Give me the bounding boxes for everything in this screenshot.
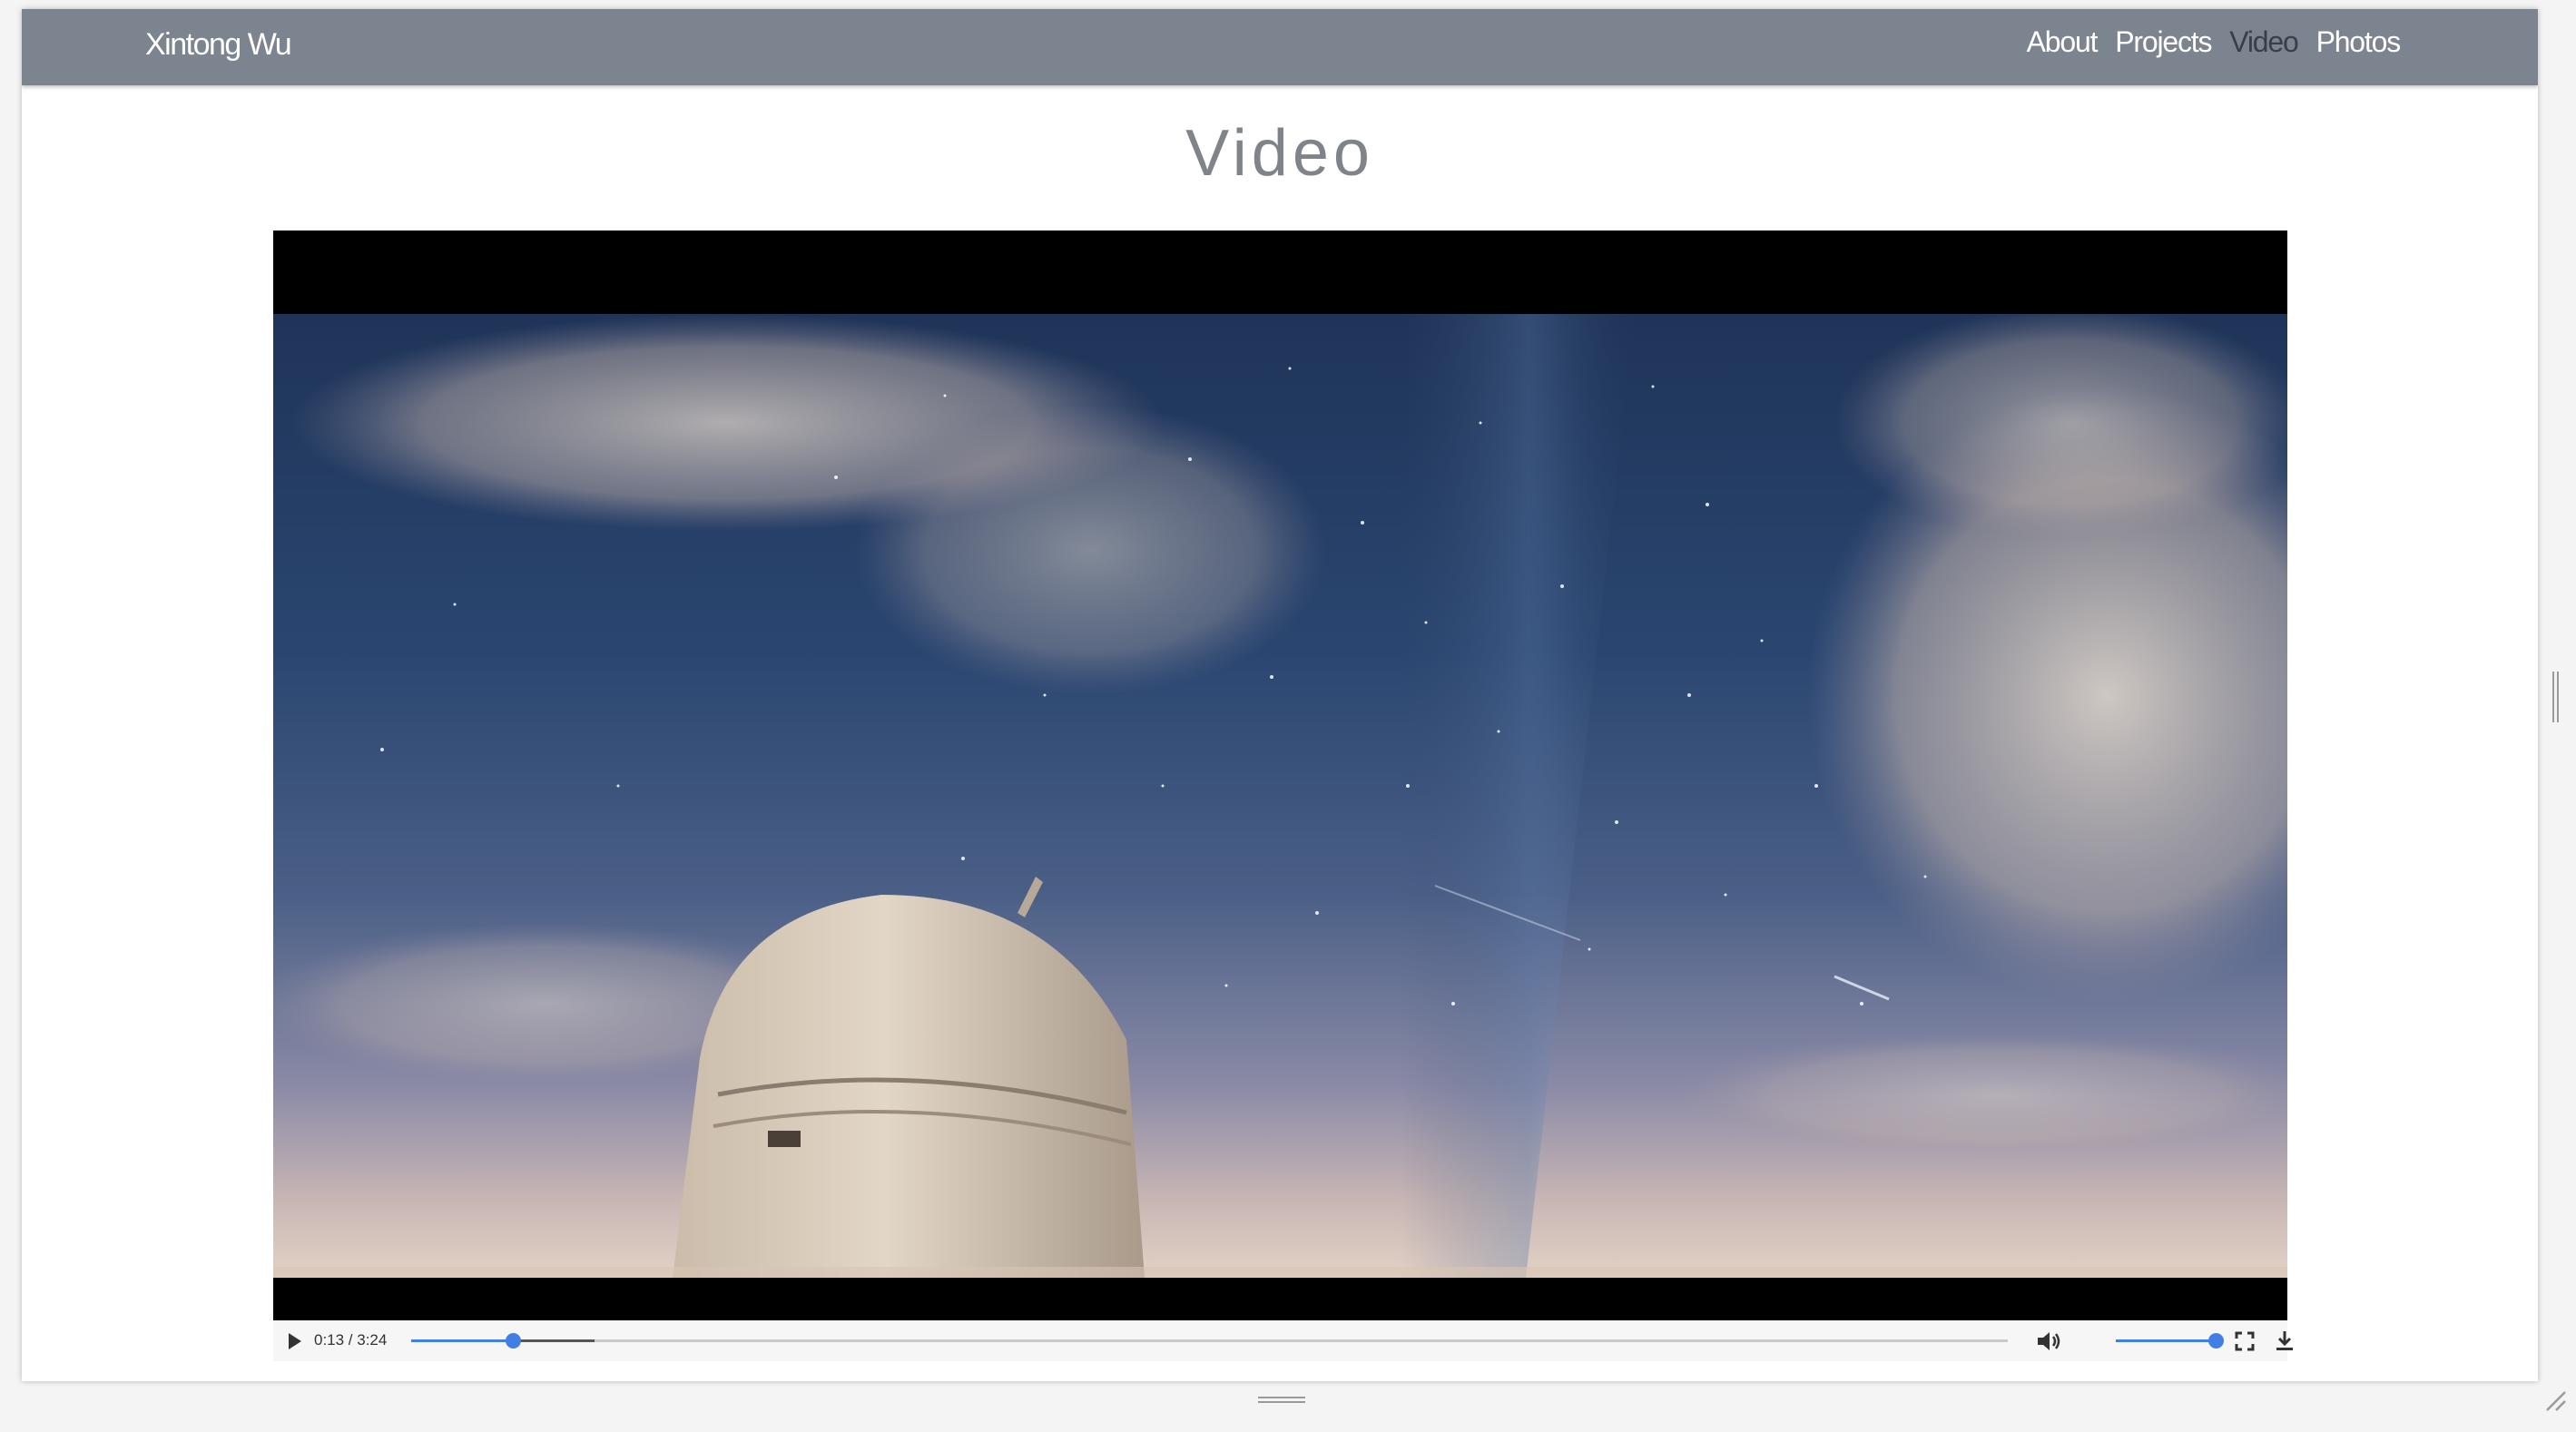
volume-fill-bar: [2116, 1339, 2216, 1342]
bottom-resize-handle[interactable]: [1258, 1396, 1305, 1405]
video-time-display: 0:13 / 3:24: [314, 1331, 388, 1349]
video-player[interactable]: 0:13 / 3:24: [273, 230, 2293, 1361]
nav-link-video[interactable]: Video: [2229, 25, 2298, 59]
corner-resize-handle[interactable]: [2542, 1387, 2569, 1414]
seek-thumb-handle[interactable]: [506, 1333, 522, 1349]
video-controls-bar: 0:13 / 3:24: [273, 1320, 2293, 1361]
nav-links: About Projects Video Photos: [2027, 25, 2402, 59]
side-resize-handle[interactable]: [2551, 672, 2561, 722]
top-navbar: Xintong Wu About Projects Video Photos: [22, 9, 2538, 85]
fullscreen-icon[interactable]: [2235, 1331, 2255, 1351]
site-brand-link[interactable]: Xintong Wu: [145, 27, 292, 63]
nav-link-photos[interactable]: Photos: [2316, 25, 2402, 59]
volume-icon[interactable]: [2036, 1329, 2063, 1353]
volume-slider[interactable]: [2116, 1333, 2224, 1349]
volume-thumb-handle[interactable]: [2208, 1333, 2224, 1349]
video-seek-slider[interactable]: [411, 1333, 2008, 1349]
page-title: Video: [1185, 117, 1374, 190]
download-icon[interactable]: [2275, 1329, 2295, 1353]
browser-viewport: Xintong Wu About Projects Video Photos V…: [22, 9, 2538, 1381]
seek-played-bar: [411, 1339, 514, 1342]
nav-link-about[interactable]: About: [2027, 25, 2099, 59]
play-icon[interactable]: [286, 1331, 304, 1351]
nav-link-projects[interactable]: Projects: [2115, 25, 2212, 59]
video-frame-image[interactable]: [273, 314, 2287, 1278]
